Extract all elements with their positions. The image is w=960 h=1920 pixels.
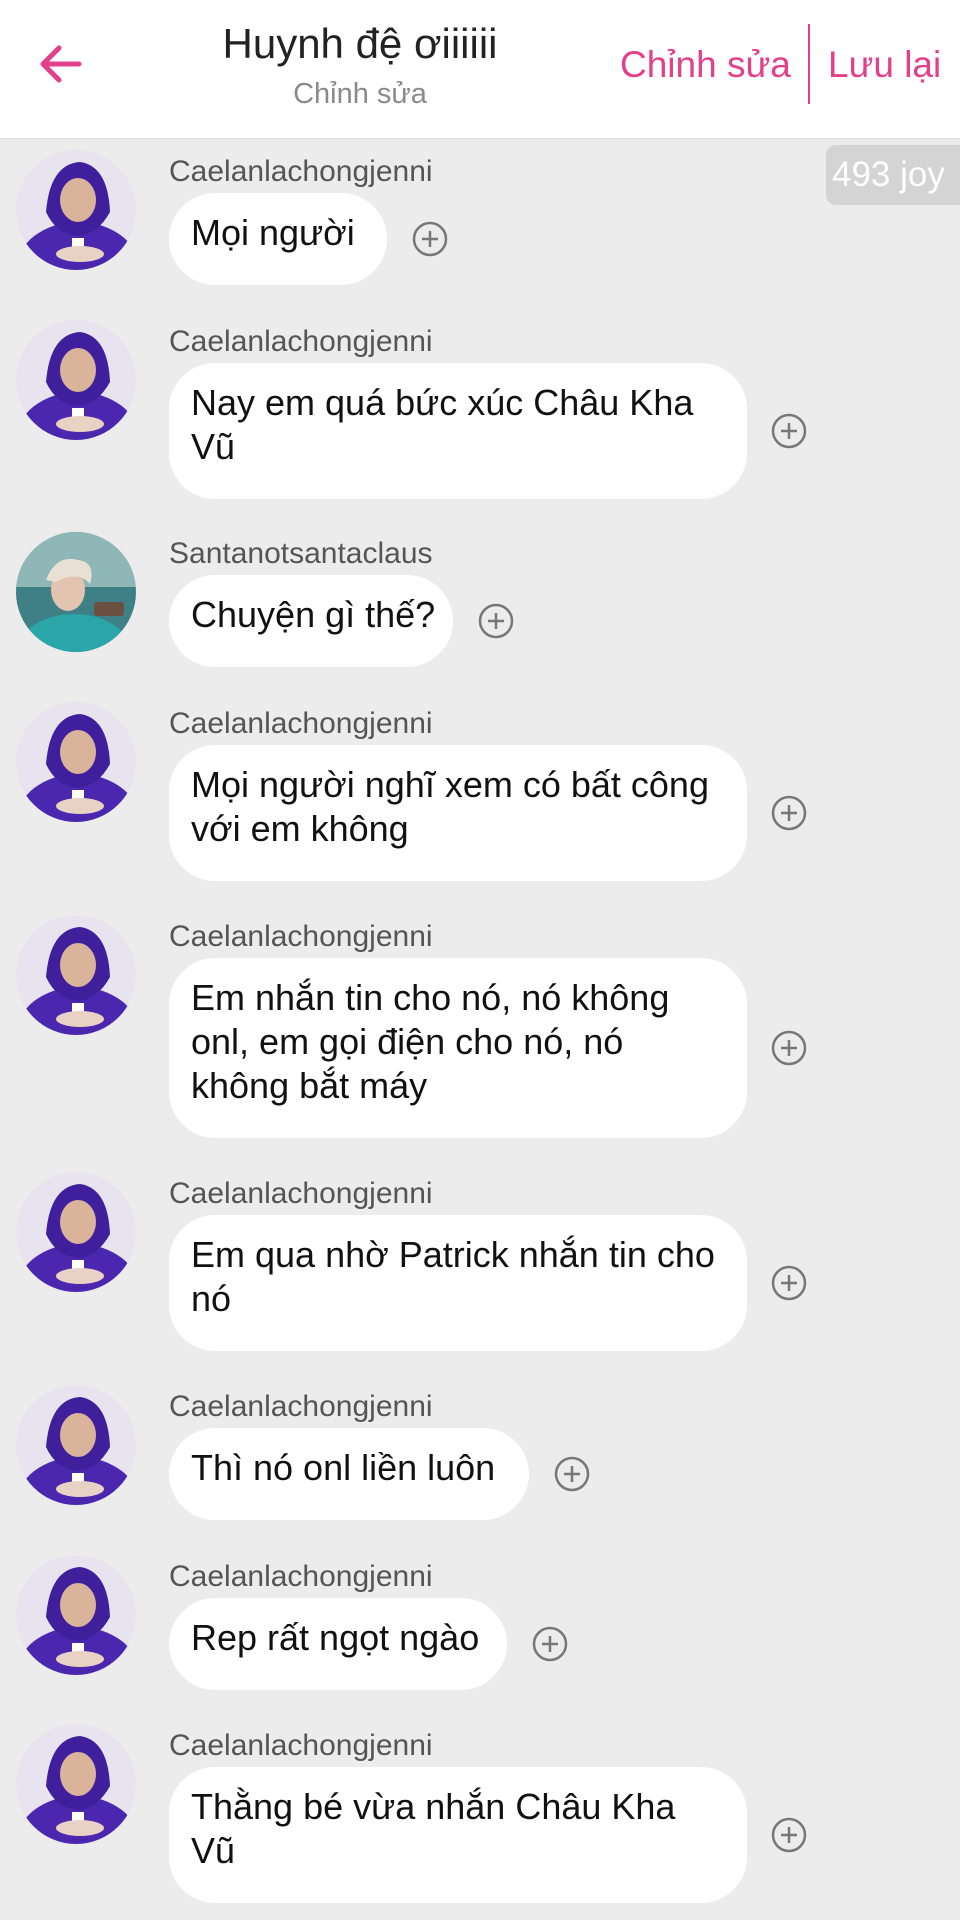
- avatar[interactable]: [16, 320, 136, 440]
- avatar[interactable]: [16, 915, 136, 1035]
- message-bubble[interactable]: Thì nó onl liền luôn: [169, 1428, 529, 1520]
- purple-hoodie-avatar-image: [16, 702, 136, 822]
- message-bubble[interactable]: Nay em quá bức xúc Châu Kha Vũ: [169, 363, 747, 499]
- username: Caelanlachongjenni: [169, 1390, 433, 1423]
- avatar[interactable]: [16, 1385, 136, 1505]
- avatar[interactable]: [16, 1555, 136, 1675]
- avatar[interactable]: [16, 532, 136, 652]
- back-button[interactable]: [30, 34, 90, 94]
- add-reaction-icon[interactable]: [553, 1455, 591, 1493]
- add-reaction-icon[interactable]: [477, 602, 515, 640]
- purple-hoodie-avatar-image: [16, 1555, 136, 1675]
- add-reaction-icon[interactable]: [411, 220, 449, 258]
- add-reaction-icon[interactable]: [770, 412, 808, 450]
- chat-title: Huynh đệ ơiiiiii: [222, 20, 498, 67]
- message-bubble[interactable]: Chuyện gì thế?: [169, 575, 453, 667]
- username: Caelanlachongjenni: [169, 1729, 433, 1762]
- arrow-left-icon: [40, 45, 82, 83]
- purple-hoodie-avatar-image: [16, 1724, 136, 1844]
- purple-hoodie-avatar-image: [16, 1172, 136, 1292]
- avatar[interactable]: [16, 1172, 136, 1292]
- add-reaction-icon[interactable]: [770, 794, 808, 832]
- message-bubble[interactable]: Thằng bé vừa nhắn Châu Kha Vũ: [169, 1767, 747, 1903]
- username: Caelanlachongjenni: [169, 920, 433, 953]
- avatar[interactable]: [16, 1724, 136, 1844]
- add-reaction-icon[interactable]: [770, 1029, 808, 1067]
- purple-hoodie-avatar-image: [16, 1385, 136, 1505]
- message-bubble[interactable]: Em nhắn tin cho nó, nó không onl, em gọi…: [169, 958, 747, 1138]
- message-bubble[interactable]: Mọi người nghĩ xem có bất công với em kh…: [169, 745, 747, 881]
- purple-hoodie-avatar-image: [16, 915, 136, 1035]
- purple-hoodie-avatar-image: [16, 320, 136, 440]
- purple-hoodie-avatar-image: [16, 150, 136, 270]
- message-bubble[interactable]: Rep rất ngọt ngào: [169, 1598, 507, 1690]
- username: Caelanlachongjenni: [169, 707, 433, 740]
- teal-sweater-avatar-image: [16, 532, 136, 652]
- title-group: Huynh đệ ơiiiiii Chỉnh sửa: [140, 16, 580, 114]
- username: Caelanlachongjenni: [169, 325, 433, 358]
- add-reaction-icon[interactable]: [770, 1816, 808, 1854]
- chat-header: Huynh đệ ơiiiiii Chỉnh sửa Chỉnh sửa Lưu…: [0, 0, 960, 139]
- message-bubble[interactable]: Mọi người: [169, 193, 387, 285]
- edit-button[interactable]: Chỉnh sửa: [620, 40, 791, 90]
- joy-count-badge: 493 joy: [826, 145, 960, 205]
- avatar[interactable]: [16, 150, 136, 270]
- add-reaction-icon[interactable]: [770, 1264, 808, 1302]
- avatar[interactable]: [16, 702, 136, 822]
- username: Caelanlachongjenni: [169, 1560, 433, 1593]
- message-bubble[interactable]: Em qua nhờ Patrick nhắn tin cho nó: [169, 1215, 747, 1351]
- save-button[interactable]: Lưu lại: [828, 40, 941, 90]
- add-reaction-icon[interactable]: [531, 1625, 569, 1663]
- header-divider: [808, 24, 810, 104]
- username: Caelanlachongjenni: [169, 1177, 433, 1210]
- username: Caelanlachongjenni: [169, 155, 433, 188]
- username: Santanotsantaclaus: [169, 537, 433, 570]
- chat-subtitle: Chỉnh sửa: [293, 78, 427, 110]
